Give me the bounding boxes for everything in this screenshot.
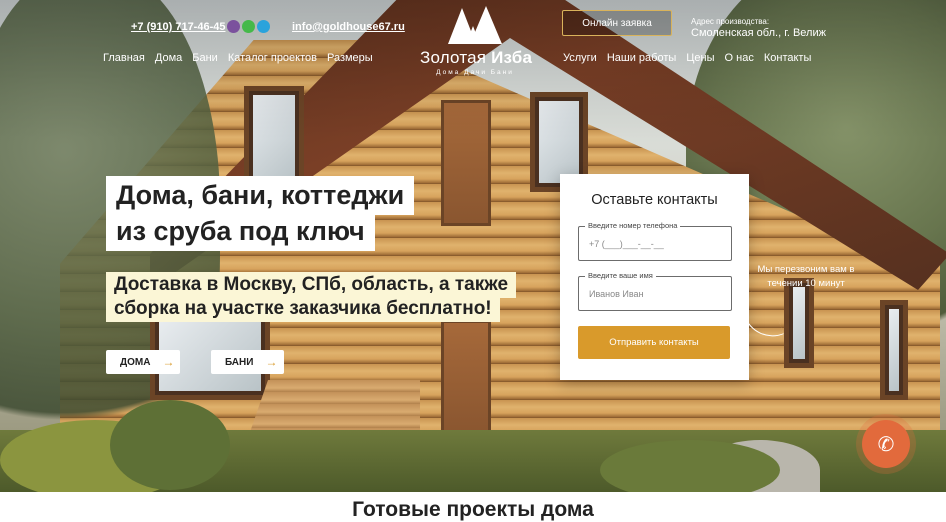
header-email-link[interactable]: info@goldhouse67.ru: [292, 21, 405, 33]
logo[interactable]: Золотая Изба Дома Дачи Бани: [420, 4, 533, 80]
nav-item-works[interactable]: Наши работы: [607, 52, 676, 64]
name-field-label: Введите ваше имя: [585, 271, 656, 280]
nav-item-baths[interactable]: Бани: [192, 52, 218, 64]
call-button[interactable]: ✆: [862, 420, 910, 468]
nav-left: Главная Дома Бани Каталог проектов Разме…: [103, 52, 373, 64]
arrow-right-icon: →: [265, 355, 278, 369]
phone-field-placeholder: +7 (___)___-__-__: [589, 239, 664, 249]
phone-icon: ✆: [877, 433, 895, 456]
arrow-right-icon: →: [162, 355, 175, 369]
hero-title-line1: Дома, бани, коттеджи: [106, 176, 415, 215]
hero-subtitle-line2: сборка на участке заказчика бесплатно!: [106, 296, 500, 322]
baths-button[interactable]: БАНИ →: [211, 350, 284, 374]
nav-item-sizes[interactable]: Размеры: [327, 52, 373, 64]
phone-field-label: Введите номер телефона: [585, 221, 681, 230]
form-title: Оставьте контакты: [591, 192, 718, 208]
address-text: Смоленская обл., г. Велиж: [691, 27, 826, 39]
hero-title-line2: из сруба под ключ: [106, 212, 375, 251]
nav-item-houses[interactable]: Дома: [155, 52, 182, 64]
logo-trees-icon: [448, 6, 502, 44]
nav-item-services[interactable]: Услуги: [563, 52, 597, 64]
houses-button[interactable]: ДОМА →: [106, 350, 180, 374]
phone-field[interactable]: Введите номер телефона +7 (___)___-__-__: [578, 221, 732, 261]
nav-item-catalog[interactable]: Каталог проектов: [228, 52, 317, 64]
baths-button-label: БАНИ: [225, 356, 254, 368]
nav-item-contacts[interactable]: Контакты: [764, 52, 812, 64]
nav-right: Услуги Наши работы Цены О нас Контакты: [563, 52, 811, 64]
callback-note: Мы перезвоним вам в течении 10 минут: [757, 264, 855, 289]
hero-subtitle-line1: Доставка в Москву, СПб, область, а также: [106, 272, 517, 298]
logo-tagline: Дома Дачи Бани: [436, 69, 514, 76]
viber-icon[interactable]: [227, 20, 240, 33]
houses-button-label: ДОМА: [120, 356, 151, 368]
telegram-icon[interactable]: [257, 20, 270, 33]
contact-form: Оставьте контакты Введите номер телефона…: [560, 174, 749, 380]
address-label: Адрес производства:: [691, 17, 770, 26]
site-header: +7 (910) 717-46-45 info@goldhouse67.ru Г…: [0, 0, 946, 80]
nav-item-about[interactable]: О нас: [725, 52, 754, 64]
logo-name: Золотая Изба: [420, 48, 533, 67]
online-order-button[interactable]: Онлайн заявка: [562, 10, 672, 36]
nav-item-home[interactable]: Главная: [103, 52, 145, 64]
whatsapp-icon[interactable]: [242, 20, 255, 33]
name-field[interactable]: Введите ваше имя Иванов Иван: [578, 271, 732, 311]
header-phone-link[interactable]: +7 (910) 717-46-45: [131, 21, 225, 33]
nav-item-prices[interactable]: Цены: [686, 52, 714, 64]
submit-contacts-button[interactable]: Отправить контакты: [578, 326, 730, 359]
name-field-placeholder: Иванов Иван: [589, 289, 644, 299]
section-title: Готовые проекты дома: [352, 498, 594, 521]
